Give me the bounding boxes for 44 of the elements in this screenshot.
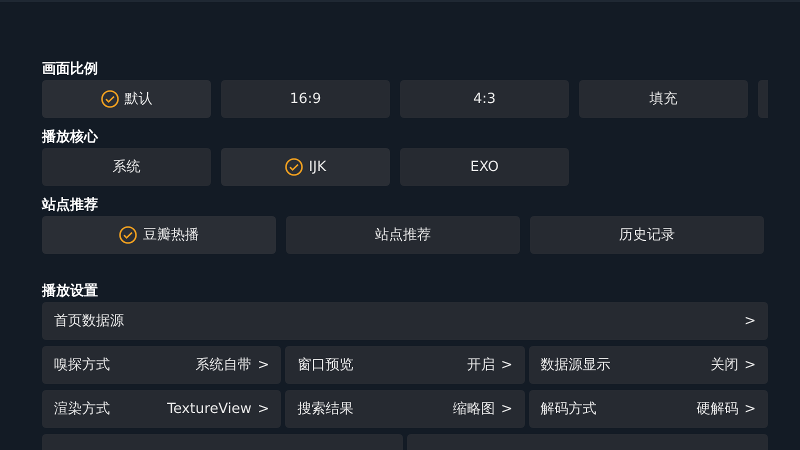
section-title: 播放设置	[42, 282, 99, 301]
setting-row[interactable]: 嗅探方式 系统自带 >	[42, 346, 282, 384]
setting-value: TextureView	[167, 401, 252, 417]
setting-label: 渲染方式	[54, 400, 111, 418]
setting-value: 缩略图	[452, 400, 495, 418]
setting-label: 数据源显示	[540, 356, 612, 374]
check-circle-icon	[100, 90, 118, 108]
chevron: >	[744, 313, 756, 329]
setting-value: 关闭	[710, 356, 738, 374]
option-button[interactable]: 历史记录	[530, 216, 764, 254]
option-button[interactable]: 填充	[579, 80, 748, 118]
chevron: >	[500, 401, 513, 417]
option-button[interactable]: 系统	[42, 148, 211, 186]
setting-value: 开启	[466, 356, 495, 374]
chevron: >	[744, 357, 756, 373]
option-button[interactable]: 豆瓣热播	[42, 216, 276, 254]
section-title: 站点推荐	[42, 196, 99, 215]
check-circle-icon	[284, 158, 303, 176]
chevron: >	[744, 401, 756, 417]
chevron: >	[500, 357, 513, 373]
setting-value: 硬解码	[696, 400, 738, 418]
option-button[interactable]: 16:9	[221, 80, 390, 118]
setting-label: 解码方式	[540, 400, 598, 418]
setting-row[interactable]: 解码方式 硬解码 >	[528, 390, 768, 428]
section-title: 播放核心	[42, 128, 100, 147]
setting-row[interactable]: 渲染方式 TextureView >	[42, 390, 282, 428]
setting-row[interactable]: 搜索结果 缩略图 >	[285, 390, 525, 428]
setting-row[interactable]: 数据源显示 关闭 >	[528, 346, 768, 384]
chevron: >	[258, 401, 270, 417]
setting-value: 系统自带	[196, 356, 252, 374]
setting-label: 窗口预览	[297, 356, 354, 374]
check-circle-icon	[119, 226, 137, 244]
setting-label: 搜索结果	[297, 400, 354, 418]
option-button[interactable]: IJK	[221, 148, 390, 186]
setting-row[interactable]: 窗口预览 开启 >	[285, 346, 525, 384]
setting-label: 首页数据源	[54, 312, 125, 330]
option-button[interactable]: 默认	[42, 80, 211, 118]
option-button[interactable]: 4:3	[400, 80, 569, 118]
chevron: >	[258, 357, 270, 373]
option-button[interactable]: 站点推荐	[286, 216, 520, 254]
setting-label: 嗅探方式	[54, 356, 111, 374]
setting-row[interactable]: 首页数据源 >	[42, 302, 768, 340]
section-title: 画面比例	[42, 60, 99, 79]
option-button[interactable]: EXO	[400, 148, 569, 186]
